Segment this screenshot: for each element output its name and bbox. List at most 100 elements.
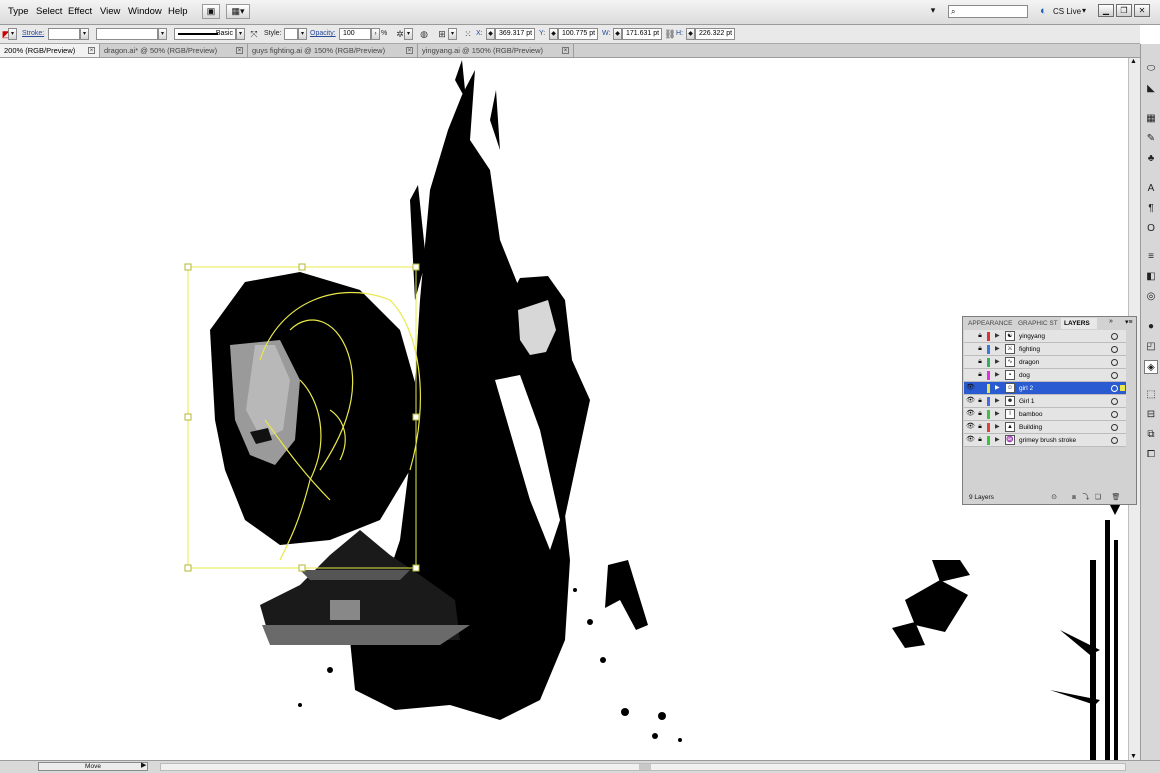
color-panel-icon[interactable]: ⬭: [1144, 62, 1158, 76]
style-dropdown-icon[interactable]: ▾: [298, 28, 307, 40]
layer-row[interactable]: 👁︎ 🔒︎ ▶ ♒ grimey brush stroke: [964, 434, 1126, 447]
w-label[interactable]: W:: [602, 30, 610, 37]
opacity-field[interactable]: 100: [339, 28, 371, 40]
eye-icon[interactable]: 👁︎: [966, 410, 975, 418]
new-sublayer-icon[interactable]: ⤵: [1081, 493, 1091, 502]
transform-icon[interactable]: ⬚: [1144, 388, 1158, 402]
h-stepper-icon[interactable]: ◆: [686, 28, 695, 40]
tab-graphic-styles[interactable]: GRAPHIC ST: [1015, 318, 1061, 329]
status-tool-selector[interactable]: Move: [38, 762, 148, 771]
target-icon[interactable]: [1111, 333, 1118, 340]
new-layer-icon[interactable]: ❏: [1093, 493, 1103, 502]
target-icon[interactable]: [1111, 411, 1118, 418]
appearance-icon[interactable]: ●: [1144, 320, 1158, 334]
expand-triangle-icon[interactable]: ▶: [995, 397, 1001, 405]
expand-triangle-icon[interactable]: ▶: [995, 384, 1001, 392]
transparency-icon[interactable]: ◎: [1144, 290, 1158, 304]
links-icon[interactable]: ⧠: [1144, 448, 1158, 462]
target-icon[interactable]: [1111, 424, 1118, 431]
w-field[interactable]: 171.631 pt: [622, 28, 662, 40]
stroke-weight-dropdown-icon[interactable]: ▾: [80, 28, 89, 40]
x-field[interactable]: 369.317 pt: [495, 28, 535, 40]
target-icon[interactable]: [1111, 437, 1118, 444]
y-field[interactable]: 100.775 pt: [558, 28, 598, 40]
opentype-icon[interactable]: O: [1144, 222, 1158, 236]
panel-collapse-icon[interactable]: »: [1109, 318, 1113, 325]
eye-icon[interactable]: 👁︎: [966, 397, 975, 405]
expand-triangle-icon[interactable]: ▶: [995, 358, 1001, 366]
lock-icon[interactable]: 🔒︎: [976, 436, 984, 444]
tab-layers[interactable]: LAYERS: [1061, 318, 1097, 329]
expand-triangle-icon[interactable]: ▶: [995, 345, 1001, 353]
align-options-icon[interactable]: ⊞: [436, 28, 448, 40]
bridge-icon[interactable]: ▣: [202, 4, 220, 19]
layer-row[interactable]: 🔒︎ ▶ ☯ yingyang: [964, 330, 1126, 343]
tab-document-4[interactable]: yingyang.ai @ 150% (RGB/Preview) ×: [418, 44, 574, 57]
expand-triangle-icon[interactable]: ▶: [995, 423, 1001, 431]
align-dropdown-icon[interactable]: ▾: [448, 28, 457, 40]
cs-live-label[interactable]: CS Live: [1053, 7, 1081, 16]
recolor-dropdown-icon[interactable]: ▾: [404, 28, 413, 40]
graphic-styles-icon[interactable]: ◰: [1144, 340, 1158, 354]
layer-row[interactable]: 👁︎ 🔒︎ ▶ ▲ Building: [964, 421, 1126, 434]
tab-document-2[interactable]: dragon.ai* @ 50% (RGB/Preview) ×: [100, 44, 248, 57]
workspace-dropdown-icon[interactable]: ▾: [926, 4, 940, 19]
x-stepper-icon[interactable]: ◆: [486, 28, 495, 40]
gradient-icon[interactable]: ◧: [1144, 270, 1158, 284]
panel-menu-icon[interactable]: ▾≡: [1125, 318, 1133, 326]
character-icon[interactable]: A: [1144, 182, 1158, 196]
lock-icon[interactable]: 🔒︎: [976, 410, 984, 418]
eye-icon[interactable]: 👁︎: [966, 384, 975, 392]
y-label[interactable]: Y:: [539, 30, 545, 37]
y-stepper-icon[interactable]: ◆: [549, 28, 558, 40]
paragraph-icon[interactable]: ¶: [1144, 202, 1158, 216]
h-label[interactable]: H:: [676, 30, 683, 37]
brush-dropdown-icon[interactable]: ▾: [236, 28, 245, 40]
lock-icon[interactable]: 🔒︎: [976, 332, 984, 340]
menu-help[interactable]: Help: [168, 6, 188, 17]
close-icon[interactable]: ✕: [1134, 4, 1150, 17]
w-stepper-icon[interactable]: ◆: [613, 28, 622, 40]
style-swatch[interactable]: [284, 28, 298, 40]
eye-icon[interactable]: 👁︎: [966, 436, 975, 444]
brush-definition-field[interactable]: Basic: [174, 28, 236, 40]
scroll-thumb[interactable]: [639, 764, 651, 770]
lock-icon[interactable]: 🔒︎: [976, 423, 984, 431]
variable-width-dropdown-icon[interactable]: ▾: [158, 28, 167, 40]
tab-appearance[interactable]: APPEARANCE: [965, 318, 1015, 329]
variable-width-field[interactable]: [96, 28, 158, 40]
stroke-options-icon[interactable]: ⤧: [248, 28, 260, 40]
layer-row[interactable]: 🔒︎ ▶ ∿ dragon: [964, 356, 1126, 369]
brushes-icon[interactable]: ✎: [1144, 132, 1158, 146]
locate-object-icon[interactable]: ⊙: [1049, 493, 1059, 502]
layers-panel-icon[interactable]: ◈: [1144, 360, 1158, 374]
stroke-panel-icon[interactable]: ≡: [1144, 250, 1158, 264]
target-icon[interactable]: [1111, 346, 1118, 353]
pathfinder-icon[interactable]: ⧉: [1144, 428, 1158, 442]
close-icon[interactable]: ×: [406, 47, 413, 54]
scroll-down-icon[interactable]: ▼: [1130, 753, 1137, 760]
constrain-proportions-icon[interactable]: ⛓: [664, 28, 676, 40]
menu-view[interactable]: View: [100, 6, 120, 17]
stroke-weight-field[interactable]: [48, 28, 80, 40]
delete-layer-icon[interactable]: 🗑︎: [1111, 493, 1121, 502]
eye-icon[interactable]: 👁︎: [966, 423, 975, 431]
symbols-icon[interactable]: ♣: [1144, 152, 1158, 166]
close-icon[interactable]: ×: [562, 47, 569, 54]
horizontal-scrollbar[interactable]: [160, 763, 1126, 771]
expand-triangle-icon[interactable]: ▶: [995, 332, 1001, 340]
status-menu-icon[interactable]: ▶: [141, 761, 146, 769]
stroke-label[interactable]: Stroke:: [22, 30, 44, 37]
x-label[interactable]: X:: [476, 30, 483, 37]
reference-point-icon[interactable]: ⁙: [462, 28, 474, 40]
lock-icon[interactable]: 🔒︎: [976, 345, 984, 353]
target-icon[interactable]: [1111, 385, 1118, 392]
visibility-toggle[interactable]: [966, 358, 974, 366]
layer-row[interactable]: 👁︎ 🔒︎ ▶ ☻ Girl 1: [964, 395, 1126, 408]
expand-triangle-icon[interactable]: ▶: [995, 371, 1001, 379]
expand-triangle-icon[interactable]: ▶: [995, 410, 1001, 418]
visibility-toggle[interactable]: [966, 345, 974, 353]
visibility-toggle[interactable]: [966, 332, 974, 340]
target-icon[interactable]: [1111, 359, 1118, 366]
menu-window[interactable]: Window: [128, 6, 162, 17]
